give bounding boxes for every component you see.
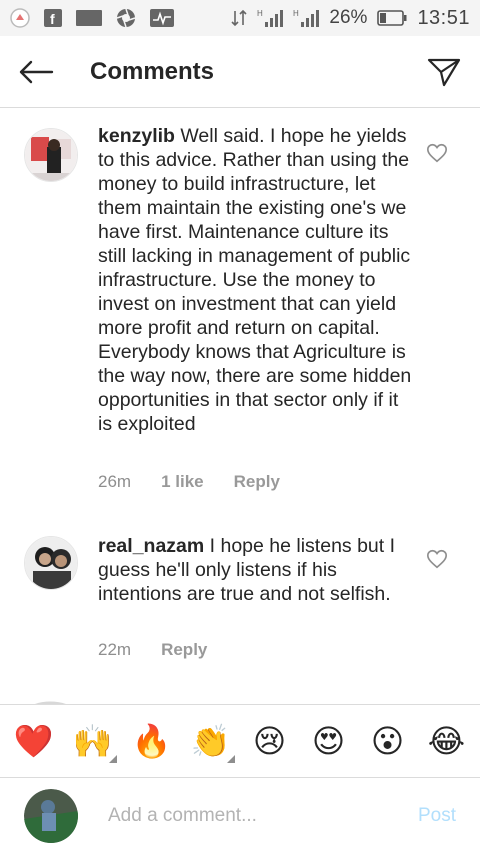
activity-icon: [150, 9, 174, 27]
post-button[interactable]: Post: [418, 805, 456, 827]
heart-outline-icon: [427, 143, 447, 163]
battery-percent: 26%: [329, 7, 368, 28]
status-bar: f H H 26% 13:51: [0, 0, 480, 36]
data-arrows-icon: [231, 9, 247, 27]
aperture-icon: [116, 8, 136, 28]
clock: 13:51: [417, 6, 470, 29]
emoji-heart-button[interactable]: ❤️: [8, 715, 60, 767]
comments-list[interactable]: kenzylib Well said. I hope he yields to …: [0, 108, 480, 704]
comment-composer: Post: [0, 778, 480, 854]
emoji-surprised-button[interactable]: 😮: [362, 715, 414, 767]
notification-icon: [10, 8, 30, 28]
comment-username[interactable]: real_nazam: [98, 535, 204, 557]
comment-username[interactable]: kenzylib: [98, 125, 175, 147]
emoji-heart-eyes-button[interactable]: 😍: [303, 715, 355, 767]
self-avatar: [24, 789, 78, 843]
signal-h2-icon: H: [293, 8, 320, 28]
emoji-fire-button[interactable]: 🔥: [126, 715, 178, 767]
like-comment-button[interactable]: [426, 142, 448, 164]
emoji-crying-button[interactable]: 😢: [244, 715, 296, 767]
reply-button[interactable]: Reply: [161, 640, 207, 660]
like-comment-button[interactable]: [426, 548, 448, 570]
avatar[interactable]: [24, 536, 78, 590]
emoji-quick-bar: ❤️ 🙌 🔥 👏 😢 😍 😮 😂: [0, 704, 480, 778]
page-title: Comments: [90, 57, 215, 85]
reply-button[interactable]: Reply: [234, 472, 280, 492]
next-comment-partial: [0, 696, 480, 704]
svg-text:H: H: [257, 9, 263, 18]
comment-input[interactable]: [108, 805, 398, 827]
comment-text: real_nazam I hope he listens but I guess…: [98, 534, 416, 606]
paper-plane-icon: [427, 58, 461, 86]
facebook-icon: f: [44, 9, 62, 27]
screen-icon: [76, 10, 102, 26]
clapping-hands-emoji-icon: 👏: [190, 722, 231, 760]
svg-text:f: f: [50, 11, 55, 27]
comment-time: 22m: [98, 640, 132, 659]
surprised-face-emoji-icon: 😮: [370, 722, 405, 760]
status-bar-right: H H 26% 13:51: [231, 7, 470, 30]
battery-icon: [377, 10, 407, 26]
raising-hands-emoji-icon: 🙌: [72, 722, 113, 760]
svg-text:H: H: [293, 9, 299, 18]
emoji-tears-of-joy-button[interactable]: 😂: [421, 715, 473, 767]
comment-likes[interactable]: 1 like: [161, 472, 204, 492]
heart-outline-icon: [427, 549, 447, 569]
heart-eyes-emoji-icon: 😍: [311, 722, 346, 760]
back-button[interactable]: [0, 36, 72, 108]
comment-text: kenzylib Well said. I hope he yields to …: [98, 124, 416, 436]
signal-h-icon: H: [257, 8, 284, 28]
tears-of-joy-emoji-icon: 😂: [427, 722, 466, 760]
crying-face-emoji-icon: 😢: [252, 722, 287, 760]
fire-emoji-icon: 🔥: [131, 722, 172, 760]
heart-emoji-icon: ❤️: [13, 722, 54, 760]
comment-meta: 22m Reply: [98, 640, 237, 660]
skin-tone-indicator-icon: [226, 755, 235, 763]
skin-tone-indicator-icon: [108, 755, 117, 763]
comment-meta: 26m 1 like Reply: [98, 472, 310, 492]
emoji-clapping-button[interactable]: 👏: [185, 715, 237, 767]
comment-content: Well said. I hope he yields to this advi…: [98, 125, 412, 435]
emoji-raising-hands-button[interactable]: 🙌: [67, 715, 119, 767]
back-arrow-icon: [19, 60, 54, 83]
direct-share-button[interactable]: [408, 36, 480, 108]
status-bar-left: f: [10, 8, 174, 28]
header: Comments: [0, 36, 480, 108]
avatar[interactable]: [24, 128, 78, 182]
comment-time: 26m: [98, 472, 132, 491]
